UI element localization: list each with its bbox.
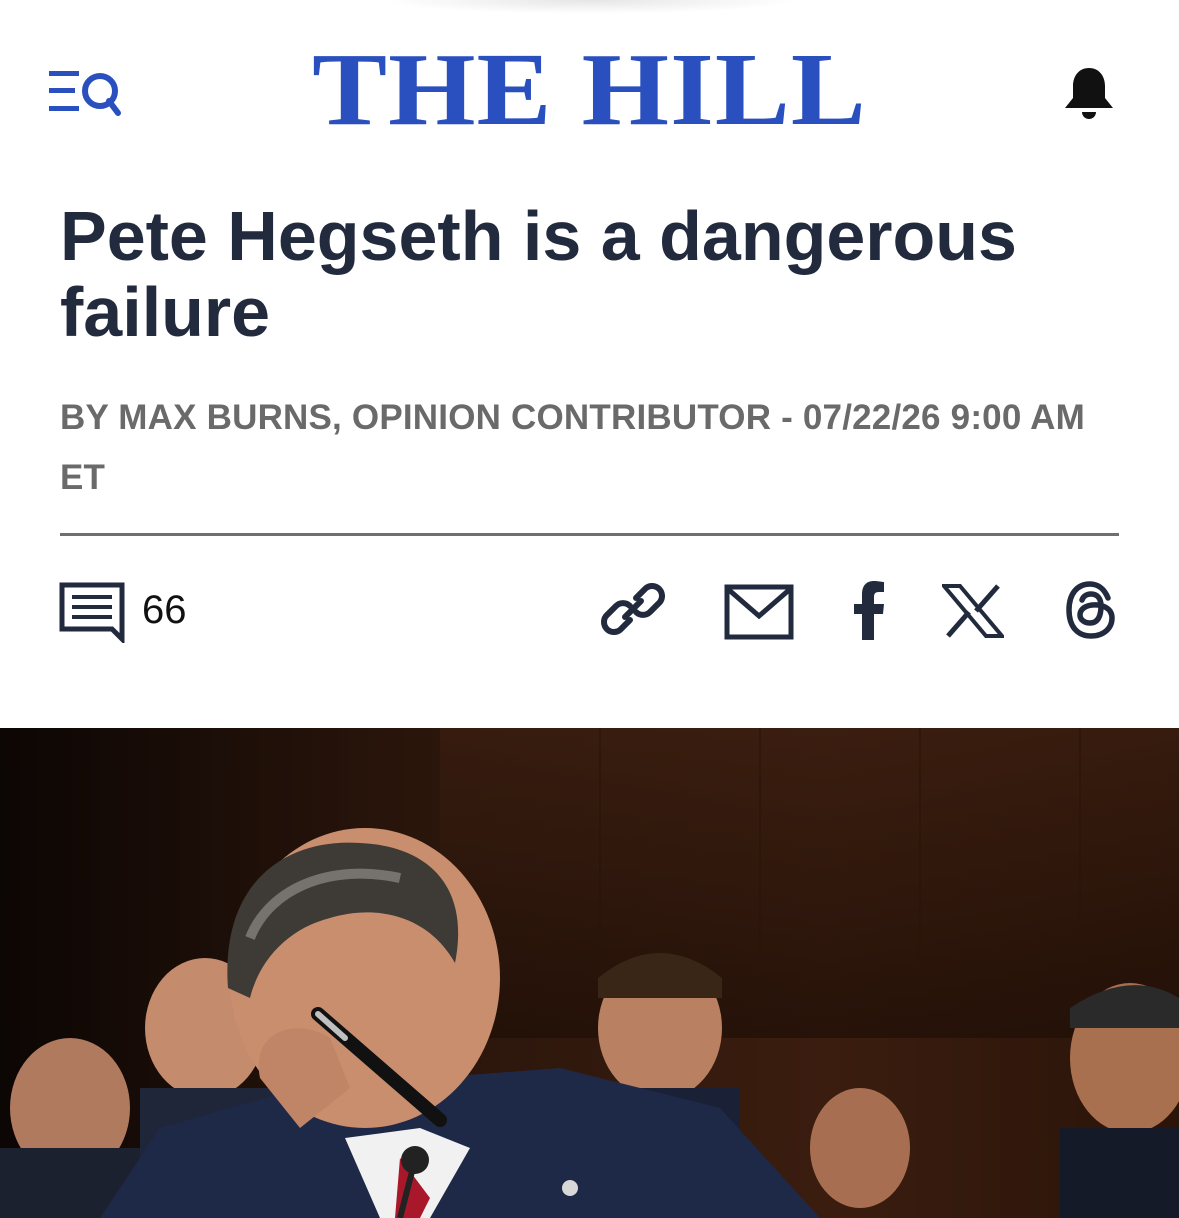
- hero-photo[interactable]: [0, 728, 1179, 1218]
- mail-icon: [724, 584, 794, 640]
- site-header: THE HILL: [0, 0, 1179, 180]
- site-logo[interactable]: THE HILL: [0, 36, 1179, 144]
- email-share-button[interactable]: [724, 584, 794, 645]
- threads-icon: [1066, 581, 1115, 639]
- facebook-icon: [854, 581, 884, 640]
- comment-count: 66: [142, 587, 187, 632]
- link-icon: [601, 583, 665, 635]
- divider: [60, 533, 1119, 536]
- copy-link-button[interactable]: [600, 576, 666, 647]
- comment-icon: [59, 582, 125, 643]
- notifications-button[interactable]: [1060, 64, 1118, 122]
- hero-image: [0, 728, 1179, 1218]
- threads-share-button[interactable]: [1064, 580, 1118, 645]
- x-icon: [939, 584, 1007, 638]
- comments-button[interactable]: 66: [58, 580, 187, 644]
- article-byline[interactable]: BY MAX BURNS, OPINION CONTRIBUTOR - 07/2…: [60, 388, 1120, 508]
- article-headline: Pete Hegseth is a dangerous failure: [60, 197, 1017, 351]
- x-share-button[interactable]: [939, 584, 1007, 643]
- facebook-share-button[interactable]: [852, 580, 886, 645]
- bell-icon: [1065, 68, 1113, 119]
